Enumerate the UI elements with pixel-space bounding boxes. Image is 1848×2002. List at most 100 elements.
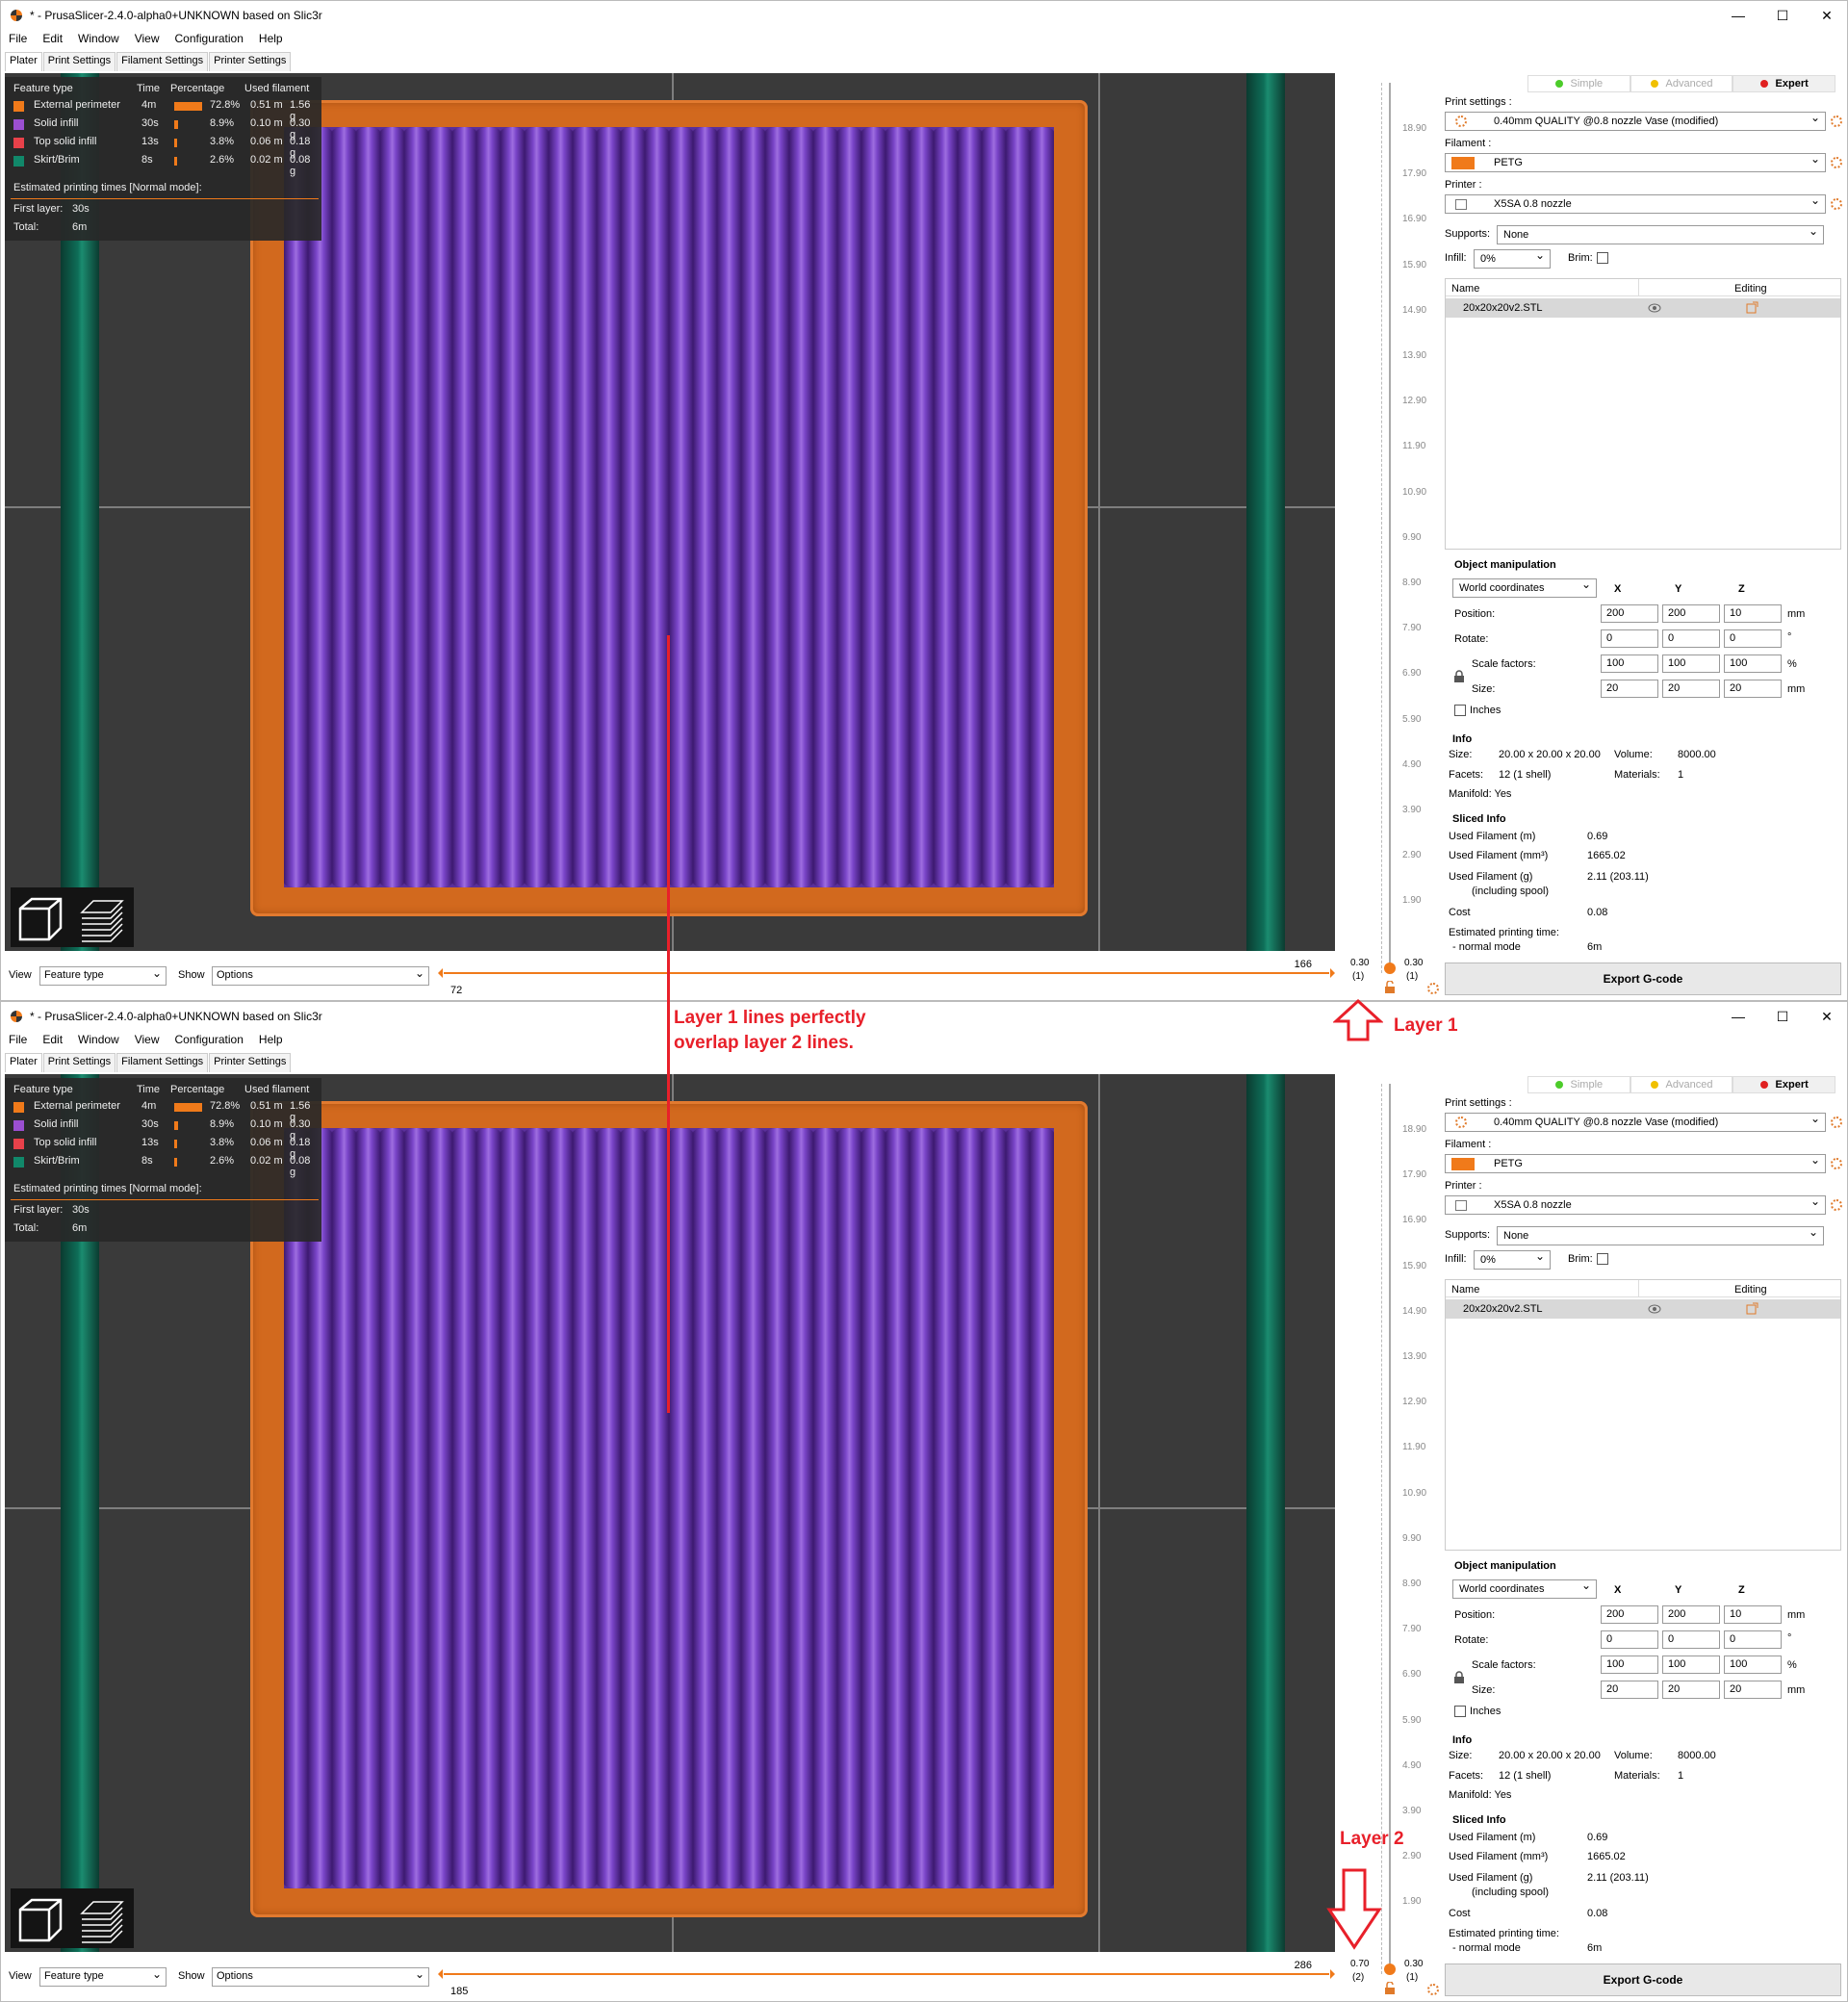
size-z-input[interactable]: 20 [1724, 1681, 1782, 1699]
slider-settings-icon[interactable] [1427, 983, 1439, 994]
minimize-button[interactable]: — [1716, 1, 1760, 30]
menu-edit[interactable]: Edit [35, 1033, 70, 1050]
scale-x-input[interactable]: 100 [1601, 1656, 1658, 1674]
eye-icon[interactable] [1648, 1304, 1661, 1314]
size-y-input[interactable]: 20 [1662, 1681, 1720, 1699]
tab-plater[interactable]: Plater [5, 1053, 42, 1072]
list-item[interactable]: 20x20x20v2.STL [1446, 298, 1840, 318]
mode-expert-button[interactable]: Expert [1732, 1076, 1836, 1093]
horizontal-move-slider[interactable] [438, 1969, 1335, 1979]
tab-filament-settings[interactable]: Filament Settings [116, 52, 209, 71]
vertical-layer-slider[interactable]: 18.90 17.90 16.90 15.90 14.90 13.90 12.90 11.90… [1339, 1084, 1439, 1998]
size-y-input[interactable]: 20 [1662, 680, 1720, 698]
tab-printer-settings[interactable]: Printer Settings [209, 1053, 292, 1072]
column-name[interactable]: Name [1451, 1284, 1479, 1296]
tab-plater[interactable]: Plater [5, 52, 42, 71]
export-gcode-button[interactable]: Export G-code [1445, 962, 1841, 995]
position-x-input[interactable]: 200 [1601, 604, 1658, 623]
mode-advanced-button[interactable]: Advanced [1630, 75, 1733, 92]
3d-view-icon[interactable] [16, 1896, 64, 1944]
lock-icon[interactable] [1383, 1982, 1397, 1995]
position-x-input[interactable]: 200 [1601, 1605, 1658, 1624]
supports-combo[interactable]: None [1497, 1225, 1824, 1245]
menu-window[interactable]: Window [70, 1033, 127, 1050]
horizontal-move-slider[interactable] [438, 968, 1335, 978]
rotate-z-input[interactable]: 0 [1724, 629, 1782, 648]
legend-row[interactable]: Top solid infill 13s 3.8% 0.06 m 0.18 g [11, 136, 319, 159]
position-y-input[interactable]: 200 [1662, 604, 1720, 623]
layers-view-icon[interactable] [78, 895, 126, 943]
tab-print-settings[interactable]: Print Settings [42, 52, 116, 71]
tab-filament-settings[interactable]: Filament Settings [116, 1053, 209, 1072]
legend-row[interactable]: External perimeter 4m 72.8% 0.51 m 1.56 g [11, 99, 319, 122]
legend-row[interactable]: Solid infill 30s 8.9% 0.10 m 0.30 g [11, 117, 319, 141]
column-editing[interactable]: Editing [1734, 1284, 1767, 1296]
mode-simple-button[interactable]: Simple [1527, 1076, 1630, 1093]
menu-help[interactable]: Help [251, 1033, 291, 1050]
brim-checkbox[interactable] [1597, 1253, 1608, 1265]
view-toggle[interactable] [11, 887, 134, 947]
infill-combo[interactable]: 0% [1474, 1249, 1551, 1270]
legend-row[interactable]: Top solid infill 13s 3.8% 0.06 m 0.18 g [11, 1137, 319, 1160]
print-settings-combo[interactable]: 0.40mm QUALITY @0.8 nozzle Vase (modifie… [1445, 1112, 1826, 1132]
maximize-button[interactable]: ☐ [1760, 1, 1805, 30]
filament-edit-icon[interactable] [1831, 157, 1842, 168]
coordinates-combo[interactable]: World coordinates [1452, 578, 1597, 598]
menu-view[interactable]: View [127, 1033, 167, 1050]
position-z-input[interactable]: 10 [1724, 1605, 1782, 1624]
slider-settings-icon[interactable] [1427, 1984, 1439, 1995]
filament-combo[interactable]: PETG [1445, 152, 1826, 172]
show-options-select[interactable]: Options [212, 966, 429, 986]
print-settings-edit-icon[interactable] [1831, 116, 1842, 127]
menu-file[interactable]: File [1, 1033, 35, 1050]
layers-view-icon[interactable] [78, 1896, 126, 1944]
list-item[interactable]: 20x20x20v2.STL [1446, 1299, 1840, 1319]
lock-icon[interactable] [1453, 670, 1465, 683]
size-x-input[interactable]: 20 [1601, 680, 1658, 698]
eye-icon[interactable] [1648, 303, 1661, 313]
scale-z-input[interactable]: 100 [1724, 1656, 1782, 1674]
view-type-select[interactable]: Feature type [39, 1967, 167, 1987]
print-settings-combo[interactable]: 0.40mm QUALITY @0.8 nozzle Vase (modifie… [1445, 111, 1826, 131]
rotate-x-input[interactable]: 0 [1601, 1630, 1658, 1649]
edit-icon[interactable] [1746, 301, 1758, 314]
export-gcode-button[interactable]: Export G-code [1445, 1964, 1841, 1996]
lock-icon[interactable] [1383, 981, 1397, 994]
legend-row[interactable]: Skirt/Brim 8s 2.6% 0.02 m 0.08 g [11, 154, 319, 177]
legend-row[interactable]: Solid infill 30s 8.9% 0.10 m 0.30 g [11, 1118, 319, 1142]
menu-edit[interactable]: Edit [35, 32, 70, 49]
inches-checkbox[interactable] [1454, 1706, 1466, 1717]
filament-edit-icon[interactable] [1831, 1158, 1842, 1169]
column-editing[interactable]: Editing [1734, 283, 1767, 295]
layer-slider-thumb[interactable] [1384, 1964, 1396, 1975]
mode-advanced-button[interactable]: Advanced [1630, 1076, 1733, 1093]
coordinates-combo[interactable]: World coordinates [1452, 1578, 1597, 1599]
filament-combo[interactable]: PETG [1445, 1153, 1826, 1173]
printer-edit-icon[interactable] [1831, 1199, 1842, 1211]
scale-z-input[interactable]: 100 [1724, 654, 1782, 673]
legend-row[interactable]: External perimeter 4m 72.8% 0.51 m 1.56 g [11, 1100, 319, 1123]
menu-configuration[interactable]: Configuration [167, 1033, 251, 1050]
brim-checkbox[interactable] [1597, 252, 1608, 264]
vertical-layer-slider[interactable]: 18.90 17.90 16.90 15.90 14.90 13.90 12.90 11.90… [1339, 83, 1439, 997]
tab-printer-settings[interactable]: Printer Settings [209, 52, 292, 71]
printer-combo[interactable]: X5SA 0.8 nozzle [1445, 1194, 1826, 1215]
printer-edit-icon[interactable] [1831, 198, 1842, 210]
printer-combo[interactable]: X5SA 0.8 nozzle [1445, 193, 1826, 214]
mode-expert-button[interactable]: Expert [1732, 75, 1836, 92]
rotate-y-input[interactable]: 0 [1662, 629, 1720, 648]
position-z-input[interactable]: 10 [1724, 604, 1782, 623]
rotate-y-input[interactable]: 0 [1662, 1630, 1720, 1649]
scale-y-input[interactable]: 100 [1662, 654, 1720, 673]
maximize-button[interactable]: ☐ [1760, 1002, 1805, 1031]
supports-combo[interactable]: None [1497, 224, 1824, 244]
column-name[interactable]: Name [1451, 283, 1479, 295]
inches-checkbox[interactable] [1454, 705, 1466, 716]
close-button[interactable]: ✕ [1805, 1, 1847, 30]
print-settings-edit-icon[interactable] [1831, 1116, 1842, 1128]
view-toggle[interactable] [11, 1888, 134, 1948]
legend-row[interactable]: Skirt/Brim 8s 2.6% 0.02 m 0.08 g [11, 1155, 319, 1178]
lock-icon[interactable] [1453, 1671, 1465, 1684]
3d-view-icon[interactable] [16, 895, 64, 943]
rotate-x-input[interactable]: 0 [1601, 629, 1658, 648]
